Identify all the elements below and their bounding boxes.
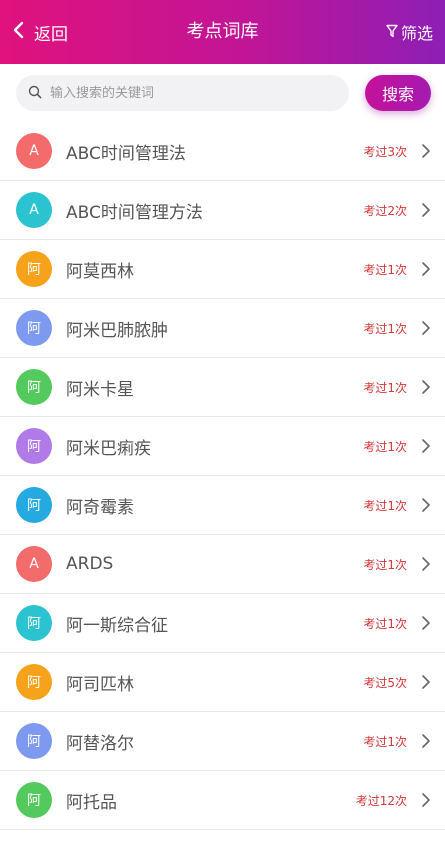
exam-count: 考过1次 <box>363 439 407 454</box>
letter-avatar: 阿 <box>16 664 52 700</box>
list-item[interactable]: A ABC时间管理方法 考过2次 <box>0 181 445 240</box>
letter-avatar: 阿 <box>16 251 52 287</box>
letter-avatar: A <box>16 133 52 169</box>
term-name: ARDS <box>66 554 114 574</box>
filter-icon <box>386 23 401 42</box>
app-header: 返回 考点词库 筛选 <box>0 0 445 64</box>
term-name: ABC时间管理法 <box>66 143 186 164</box>
exam-count: 考过1次 <box>363 616 407 631</box>
term-name: 阿米卡星 <box>66 379 134 400</box>
exam-count: 考过2次 <box>363 203 407 218</box>
chevron-right-icon <box>421 438 431 454</box>
exam-count: 考过1次 <box>363 380 407 395</box>
search-button[interactable]: 搜索 <box>365 75 431 111</box>
back-button[interactable]: 返回 <box>12 0 68 64</box>
list-item[interactable]: 阿 阿奇霉素 考过1次 <box>0 476 445 535</box>
back-label: 返回 <box>34 24 68 45</box>
term-name: 阿莫西林 <box>66 261 134 282</box>
chevron-right-icon <box>421 143 431 159</box>
letter-avatar: 阿 <box>16 310 52 346</box>
letter-avatar: 阿 <box>16 723 52 759</box>
list-item[interactable]: 阿 阿托品 考过12次 <box>0 771 445 830</box>
letter-avatar: 阿 <box>16 487 52 523</box>
term-name: 阿一斯综合征 <box>66 615 168 636</box>
list-item[interactable]: 阿 阿米巴肺脓肿 考过1次 <box>0 299 445 358</box>
term-name: 阿替洛尔 <box>66 733 134 754</box>
term-name: ABC时间管理方法 <box>66 202 203 223</box>
exam-count: 考过12次 <box>355 793 407 808</box>
letter-avatar: 阿 <box>16 428 52 464</box>
chevron-left-icon <box>12 21 26 43</box>
letter-avatar: 阿 <box>16 782 52 818</box>
chevron-right-icon <box>421 320 431 336</box>
term-list: A ABC时间管理法 考过3次 A ABC时间管理方法 考过2次 阿 阿莫西林 … <box>0 122 445 830</box>
term-name: 阿米巴肺脓肿 <box>66 320 168 341</box>
chevron-right-icon <box>421 674 431 690</box>
exam-count: 考过1次 <box>363 557 407 572</box>
list-item[interactable]: 阿 阿莫西林 考过1次 <box>0 240 445 299</box>
term-name: 阿米巴痢疾 <box>66 438 151 459</box>
list-item[interactable]: A ARDS 考过1次 <box>0 535 445 594</box>
letter-avatar: A <box>16 192 52 228</box>
search-bar: 搜索 <box>0 64 445 122</box>
chevron-right-icon <box>421 792 431 808</box>
list-item[interactable]: 阿 阿米巴痢疾 考过1次 <box>0 417 445 476</box>
list-item[interactable]: 阿 阿替洛尔 考过1次 <box>0 712 445 771</box>
list-item[interactable]: 阿 阿司匹林 考过5次 <box>0 653 445 712</box>
list-item[interactable]: 阿 阿一斯综合征 考过1次 <box>0 594 445 653</box>
letter-avatar: 阿 <box>16 605 52 641</box>
term-name: 阿司匹林 <box>66 674 134 695</box>
exam-count: 考过5次 <box>363 675 407 690</box>
exam-count: 考过3次 <box>363 144 407 159</box>
chevron-right-icon <box>421 556 431 572</box>
term-name: 阿托品 <box>66 792 117 813</box>
chevron-right-icon <box>421 202 431 218</box>
filter-label: 筛选 <box>400 24 433 43</box>
letter-avatar: A <box>16 546 52 582</box>
chevron-right-icon <box>421 261 431 277</box>
filter-button[interactable]: 筛选 <box>386 0 433 64</box>
exam-count: 考过1次 <box>363 734 407 749</box>
chevron-right-icon <box>421 379 431 395</box>
list-item[interactable]: 阿 阿米卡星 考过1次 <box>0 358 445 417</box>
chevron-right-icon <box>421 615 431 631</box>
exam-count: 考过1次 <box>363 498 407 513</box>
exam-count: 考过1次 <box>363 262 407 277</box>
search-icon <box>28 84 42 103</box>
chevron-right-icon <box>421 497 431 513</box>
search-input[interactable] <box>48 84 337 102</box>
search-box[interactable] <box>16 75 349 111</box>
letter-avatar: 阿 <box>16 369 52 405</box>
chevron-right-icon <box>421 733 431 749</box>
exam-count: 考过1次 <box>363 321 407 336</box>
term-name: 阿奇霉素 <box>66 497 134 518</box>
list-item[interactable]: A ABC时间管理法 考过3次 <box>0 122 445 181</box>
